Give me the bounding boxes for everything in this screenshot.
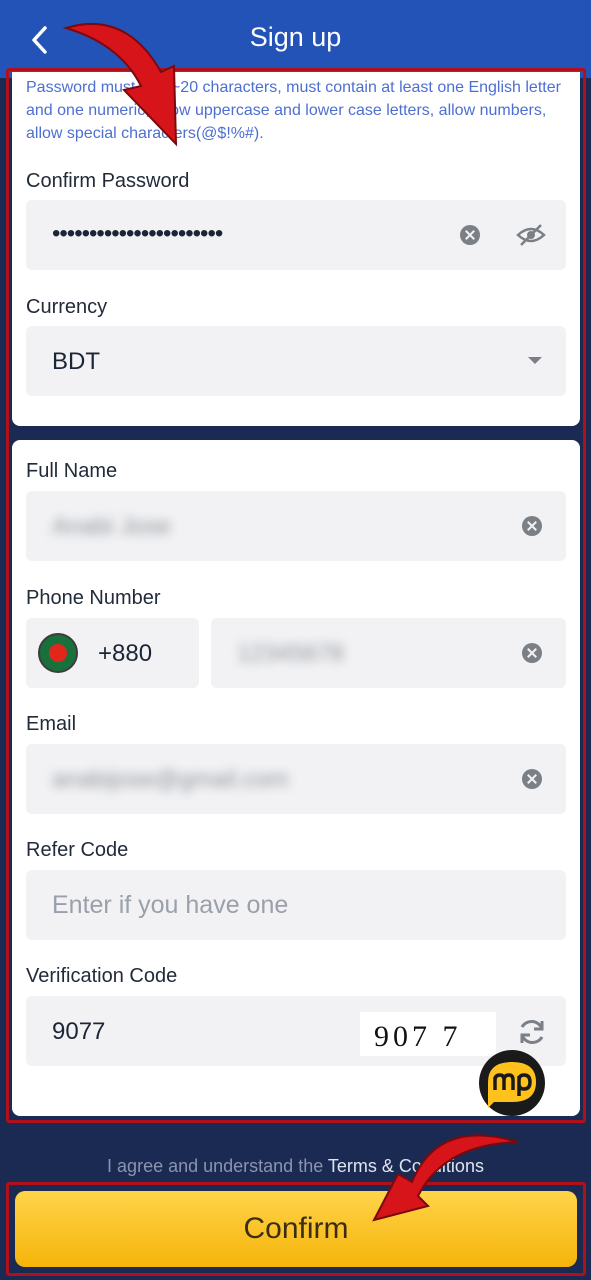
account-card: Password must be 6~20 characters, must c… xyxy=(12,72,580,426)
confirm-highlight: Confirm xyxy=(6,1182,586,1276)
confirm-password-label: Confirm Password xyxy=(26,170,190,192)
email-field[interactable]: anabijose@gmail.com xyxy=(26,744,566,814)
full-name-label: Full Name xyxy=(26,460,118,482)
bangladesh-flag-icon xyxy=(38,633,78,673)
terms-link[interactable]: Terms & Conditions xyxy=(328,1156,484,1176)
terms-text: I agree and understand the Terms & Condi… xyxy=(0,1156,591,1177)
clear-icon[interactable] xyxy=(460,225,480,245)
country-code-select[interactable]: +880 xyxy=(26,618,199,688)
page-title: Sign up xyxy=(249,22,342,52)
confirm-password-field[interactable]: ••••••••••••••••••••••• xyxy=(26,200,566,270)
confirm-button[interactable]: Confirm xyxy=(15,1191,577,1267)
currency-value: BDT xyxy=(52,348,100,375)
profile-card: Full Name Anabi Jose Phone Number +880 1… xyxy=(12,440,580,1116)
captcha-text: 907 7 xyxy=(374,1020,462,1053)
phone-label: Phone Number xyxy=(26,587,161,609)
verification-code-value: 9077 xyxy=(52,1018,106,1045)
full-name-value: Anabi Jose xyxy=(52,513,171,540)
currency-select[interactable]: BDT xyxy=(26,326,566,396)
refer-code-label: Refer Code xyxy=(26,839,129,861)
phone-field[interactable]: 12345678 xyxy=(211,618,566,688)
clear-icon[interactable] xyxy=(522,643,542,663)
phone-value: 12345678 xyxy=(237,640,344,667)
mp-logo-icon[interactable] xyxy=(474,1048,550,1118)
confirm-password-value: ••••••••••••••••••••••• xyxy=(52,220,223,247)
verification-code-label: Verification Code xyxy=(26,965,178,987)
email-label: Email xyxy=(26,713,77,735)
clear-icon[interactable] xyxy=(522,516,542,536)
header: Sign up xyxy=(0,0,591,78)
currency-label: Currency xyxy=(26,296,108,318)
refer-code-placeholder: Enter if you have one xyxy=(52,891,289,919)
email-value: anabijose@gmail.com xyxy=(52,766,289,793)
country-code-value: +880 xyxy=(98,640,153,667)
clear-icon[interactable] xyxy=(522,769,542,789)
refresh-icon[interactable] xyxy=(516,1016,548,1048)
full-name-field[interactable]: Anabi Jose xyxy=(26,491,566,561)
refer-code-field[interactable]: Enter if you have one xyxy=(26,870,566,940)
dropdown-arrow-icon xyxy=(528,357,542,364)
password-hint: Password must be 6~20 characters, must c… xyxy=(26,79,561,142)
terms-prefix: I agree and understand the xyxy=(107,1156,328,1176)
eye-off-icon[interactable] xyxy=(516,222,546,248)
